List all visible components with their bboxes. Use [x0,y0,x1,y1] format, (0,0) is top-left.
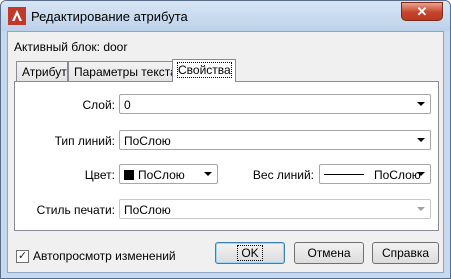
properties-panel: Слой: 0 Тип линий: ПоСлою Цвет: ПоСлою В… [14,81,439,231]
chevron-down-icon [417,172,425,176]
dialog-window: Редактирование атрибута ✕ Активный блок:… [0,0,451,279]
layer-select[interactable]: 0 [119,94,431,114]
ok-button-label: OK [237,245,263,261]
tab-attribute-label: Атрибут [22,65,67,79]
lineweight-select[interactable]: ПоСлою [319,164,431,184]
plot-style-label: Стиль печати: [36,203,115,217]
plot-style-value: ПоСлою [124,203,171,217]
help-button[interactable]: Справка [372,242,439,264]
ok-button[interactable]: OK [215,242,285,264]
color-label: Цвет: [84,168,115,182]
autocad-logo-icon [8,7,26,25]
title-bar[interactable]: Редактирование атрибута ✕ [1,1,450,31]
linetype-value: ПоСлою [124,134,171,148]
chevron-down-icon [204,172,212,176]
lineweight-value: ПоСлою [374,168,421,182]
close-button[interactable]: ✕ [401,2,443,21]
tab-properties-label: Свойства [177,62,232,78]
chevron-down-icon [417,207,425,211]
tab-text-options-label: Параметры текста [74,65,177,79]
lineweight-sample-line [324,174,364,175]
color-value: ПоСлою [138,168,185,182]
tab-attribute[interactable]: Атрибут [16,61,68,81]
lineweight-label: Вес линий: [252,168,314,182]
linetype-select[interactable]: ПоСлою [119,130,431,150]
cancel-button[interactable]: Отмена [294,242,364,264]
window-title: Редактирование атрибута [31,9,188,24]
tab-text-options[interactable]: Параметры текста [68,61,177,81]
linetype-label: Тип линий: [54,134,115,148]
color-select[interactable]: ПоСлою [119,164,218,184]
auto-preview-checkbox[interactable]: ✓ [16,250,29,263]
chevron-down-icon [417,138,425,142]
tab-properties[interactable]: Свойства [172,59,236,82]
dialog-client-area: Активный блок: door Атрибут Параметры те… [7,31,444,273]
chevron-down-icon [417,102,425,106]
auto-preview-label[interactable]: Автопросмотр изменений [33,249,176,263]
active-block-label: Активный блок: door [14,40,128,54]
layer-value: 0 [124,98,131,112]
plot-style-select[interactable]: ПоСлою [119,199,431,219]
color-swatch [124,170,134,180]
layer-label: Слой: [82,98,115,112]
